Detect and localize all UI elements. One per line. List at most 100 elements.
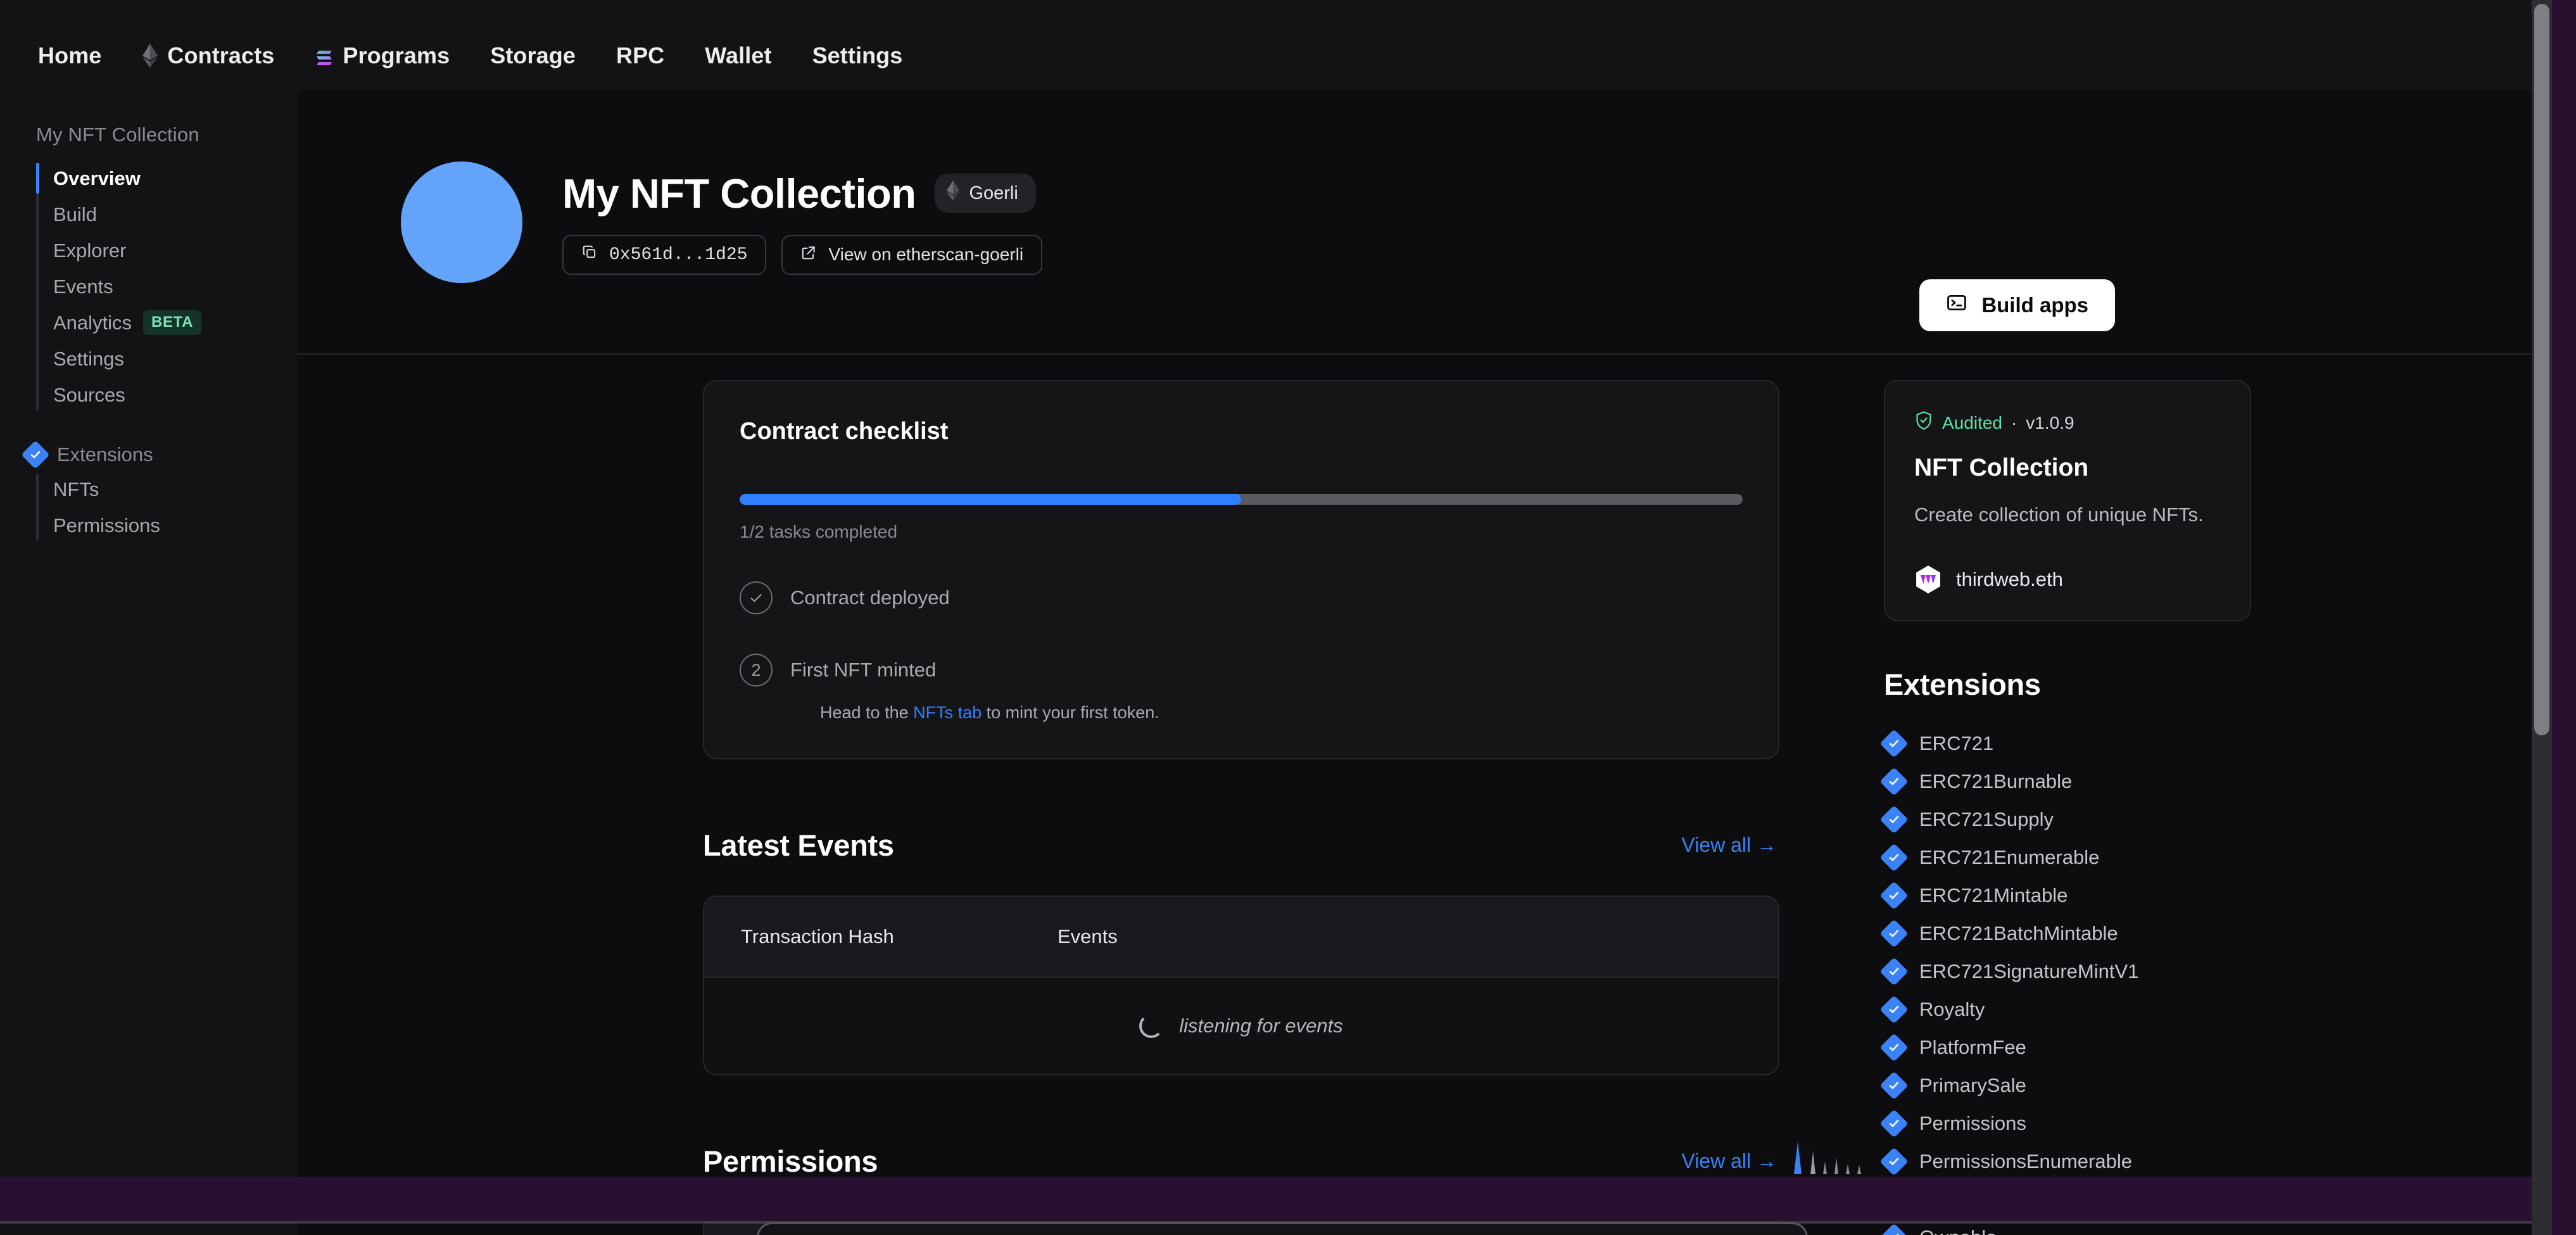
extension-item-label: ERC721	[1919, 732, 1993, 755]
task-hint-prefix: Head to the	[820, 703, 913, 722]
extension-check-diamond-icon	[21, 440, 49, 469]
terminal-icon	[1946, 292, 1967, 319]
extension-item-label: ERC721BatchMintable	[1919, 922, 2118, 945]
content-grid: Contract checklist 1/2 tasks completed C…	[298, 355, 2546, 1235]
sidebar-item-explorer[interactable]: Explorer	[36, 232, 298, 269]
solana-icon	[315, 46, 334, 65]
bottom-purple-band	[0, 1177, 2576, 1221]
check-icon	[740, 581, 773, 614]
sidebar-item-label: Build	[53, 203, 97, 226]
extension-item-label: PrimarySale	[1919, 1074, 2026, 1097]
scrollbar-thumb[interactable]	[2534, 4, 2549, 735]
ethereum-icon	[946, 180, 960, 206]
chain-label: Goerli	[969, 183, 1018, 204]
explorer-link-label: View on etherscan-goerli	[828, 244, 1023, 265]
sidebar-item-overview[interactable]: Overview	[36, 160, 298, 196]
sidebar-item-analytics[interactable]: Analytics BETA	[36, 305, 298, 341]
extension-item-label: ERC721Enumerable	[1919, 846, 2099, 869]
copy-icon	[581, 244, 598, 266]
extension-item[interactable]: PrimarySale	[1884, 1067, 2251, 1105]
main-content: My NFT Collection Goerli 0x561d...1d25	[298, 91, 2546, 1235]
sidebar-item-build[interactable]: Build	[36, 196, 298, 232]
task-hint: Head to the NFTs tab to mint your first …	[820, 703, 1743, 723]
nav-item-settings[interactable]: Settings	[792, 40, 923, 72]
extension-item-label: Royalty	[1919, 998, 1985, 1021]
nav-item-contracts[interactable]: Contracts	[122, 40, 294, 72]
sidebar-extensions-header[interactable]: Extensions	[0, 443, 298, 466]
bottom-partial-card	[757, 1222, 1808, 1235]
extension-item[interactable]: Royalty	[1884, 991, 2251, 1029]
sidebar-item-label: Overview	[53, 167, 141, 190]
extension-check-diamond-icon	[1879, 1223, 1908, 1235]
sidebar-item-nfts[interactable]: NFTs	[36, 471, 298, 507]
nfts-tab-link[interactable]: NFTs tab	[913, 703, 982, 722]
table-header-row: Transaction Hash Events	[704, 897, 1778, 978]
extension-item[interactable]: ERC721Burnable	[1884, 763, 2251, 801]
extension-item-label: PermissionsEnumerable	[1919, 1150, 2132, 1173]
latest-events-heading: Latest Events	[703, 828, 894, 863]
latest-events-header: Latest Events View all →	[703, 828, 1779, 863]
sidebar-item-sources[interactable]: Sources	[36, 377, 298, 413]
checklist-title: Contract checklist	[740, 418, 1743, 445]
nav-label: RPC	[616, 42, 664, 69]
nav-item-storage[interactable]: Storage	[470, 40, 596, 72]
nav-label: Home	[38, 42, 101, 69]
column-header-events: Events	[1058, 925, 1118, 948]
empty-state-label: listening for events	[1179, 1015, 1342, 1037]
extension-item[interactable]: ERC721Enumerable	[1884, 839, 2251, 877]
page-title: My NFT Collection	[562, 170, 916, 217]
contract-info-card: Audited · v1.0.9 NFT Collection Create c…	[1884, 380, 2251, 621]
content-left-column: Contract checklist 1/2 tasks completed C…	[703, 380, 1779, 1235]
copy-address-button[interactable]: 0x561d...1d25	[562, 235, 766, 275]
extension-check-diamond-icon	[1879, 919, 1908, 947]
extension-item[interactable]: PlatformFee	[1884, 1029, 2251, 1067]
build-apps-button[interactable]: Build apps	[1919, 279, 2115, 331]
task-label: First NFT minted	[790, 659, 936, 681]
nav-label: Wallet	[705, 42, 771, 69]
task-hint-suffix: to mint your first token.	[982, 703, 1159, 722]
shield-check-icon	[1914, 410, 1933, 435]
page-scrollbar[interactable]	[2532, 0, 2552, 1235]
sidebar-item-permissions[interactable]: Permissions	[36, 507, 298, 543]
view-on-explorer-button[interactable]: View on etherscan-goerli	[781, 235, 1042, 275]
contract-avatar	[401, 162, 522, 283]
checklist-task-deployed: Contract deployed	[740, 581, 1743, 614]
nav-item-wallet[interactable]: Wallet	[685, 40, 792, 72]
external-link-icon	[800, 244, 817, 265]
extension-check-diamond-icon	[1879, 729, 1908, 757]
sidebar-item-settings[interactable]: Settings	[36, 341, 298, 377]
extension-check-diamond-icon	[1879, 767, 1908, 795]
extension-item[interactable]: Permissions	[1884, 1105, 2251, 1143]
task-label: Contract deployed	[790, 586, 950, 609]
extension-item[interactable]: ERC721	[1884, 725, 2251, 763]
latest-events-view-all-link[interactable]: View all →	[1681, 833, 1777, 857]
extension-item[interactable]: ERC721Mintable	[1884, 877, 2251, 915]
sidebar-item-label: Explorer	[53, 239, 126, 262]
scrollbar-gutter	[2552, 0, 2576, 1235]
sidebar-title: My NFT Collection	[0, 124, 298, 146]
extension-item[interactable]: ERC721SignatureMintV1	[1884, 953, 2251, 991]
chain-selector[interactable]: Goerli	[935, 174, 1035, 213]
nav-item-home[interactable]: Home	[25, 40, 122, 72]
permissions-view-all-link[interactable]: View all →	[1681, 1150, 1777, 1173]
extension-item[interactable]: ERC721Supply	[1884, 801, 2251, 839]
extension-check-diamond-icon	[1879, 1033, 1908, 1061]
extension-item[interactable]: ERC721BatchMintable	[1884, 915, 2251, 953]
checklist-progress-fill	[740, 494, 1241, 505]
audited-separator: ·	[2011, 413, 2017, 433]
nav-item-programs[interactable]: Programs	[294, 40, 470, 72]
nav-label: Contracts	[167, 42, 274, 69]
extensions-list: ERC721 ERC721Burnable ERC721Supply ERC721En…	[1884, 725, 2251, 1235]
extension-check-diamond-icon	[1879, 843, 1908, 871]
build-apps-label: Build apps	[1981, 293, 2088, 317]
nav-item-rpc[interactable]: RPC	[596, 40, 685, 72]
sidebar-item-events[interactable]: Events	[36, 269, 298, 305]
extension-item-label: ERC721Burnable	[1919, 770, 2072, 793]
permissions-heading: Permissions	[703, 1144, 878, 1179]
contract-publisher[interactable]: thirdweb.eth	[1914, 566, 2221, 593]
extension-item-label: ERC721SignatureMintV1	[1919, 960, 2138, 983]
extension-check-diamond-icon	[1879, 805, 1908, 833]
top-navigation: Home Contracts Programs Storage RPC	[0, 0, 2576, 91]
extension-item[interactable]: PermissionsEnumerable	[1884, 1143, 2251, 1181]
extension-check-diamond-icon	[1879, 1109, 1908, 1137]
